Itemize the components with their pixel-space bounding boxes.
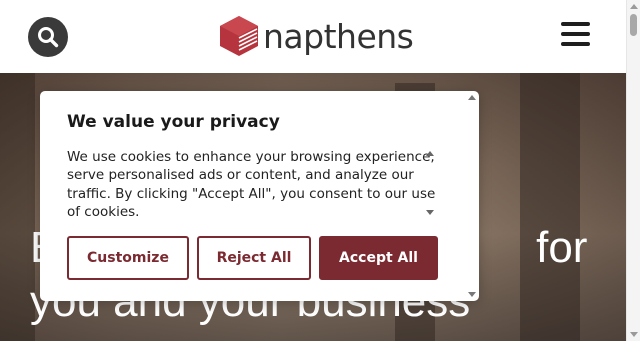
scrollbar-thumb[interactable] [630,14,637,36]
scroll-up-icon[interactable] [468,95,476,100]
scroll-up-icon[interactable] [426,151,434,156]
scroll-up-icon[interactable] [630,4,638,9]
site-logo[interactable]: napthens [219,14,414,58]
search-icon [38,27,59,48]
scroll-down-icon[interactable] [426,210,434,215]
cookie-dialog-title: We value your privacy [67,112,280,132]
hamburger-menu-icon [561,22,590,26]
scroll-down-icon[interactable] [630,332,638,337]
dialog-scrollbar[interactable] [467,93,477,299]
napthens-logo-icon [220,16,258,56]
cookie-text-scrollbar[interactable] [425,151,435,215]
logo-wordmark: napthens [263,16,414,56]
accept-all-button[interactable]: Accept All [319,236,438,280]
scroll-down-icon[interactable] [468,292,476,297]
customize-button[interactable]: Customize [67,236,189,280]
cookie-dialog-text: We use cookies to enhance your browsing … [67,149,436,220]
cookie-consent-dialog: We value your privacy We use cookies to … [40,91,479,301]
menu-button[interactable] [561,22,591,50]
search-button[interactable] [28,17,68,57]
site-header: napthens [0,0,626,73]
page-scrollbar[interactable] [626,0,640,341]
reject-all-button[interactable]: Reject All [197,236,311,280]
